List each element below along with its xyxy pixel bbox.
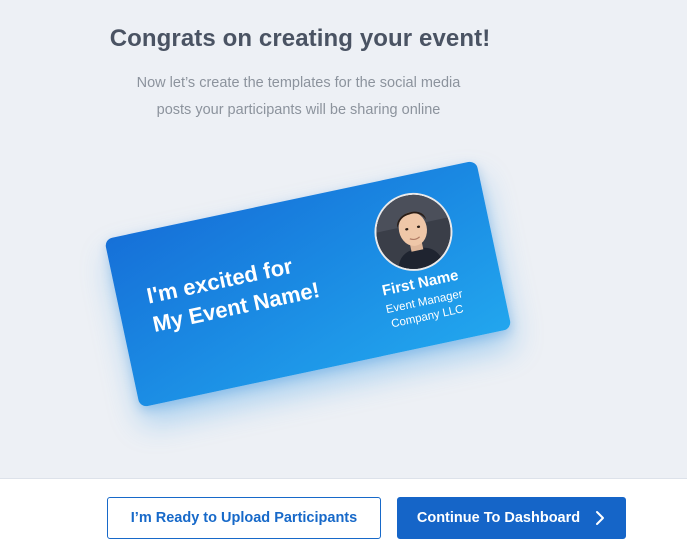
continue-to-dashboard-label: Continue To Dashboard [416,510,581,526]
card-headline: I'm excited for My Event Name! [144,247,322,339]
footer-action-bar: I’m Ready to Upload Participants Continu… [0,478,687,547]
page: Congrats on creating your event! Now let… [0,0,687,547]
content-area: Congrats on creating your event! Now let… [0,0,687,478]
subtitle-line-1: Now let’s create the templates for the s… [136,75,461,91]
chevron-right-icon [594,510,606,526]
page-title: Congrats on creating your event! [109,25,491,52]
page-subtitle: Now let’s create the templates for the s… [0,70,597,124]
avatar [367,185,460,279]
person-photo-icon [369,188,458,276]
upload-participants-label: I’m Ready to Upload Participants [130,510,358,526]
social-post-preview-card: I'm excited for My Event Name! First Nam… [104,160,512,408]
upload-participants-button[interactable]: I’m Ready to Upload Participants [107,497,381,539]
card-background: I'm excited for My Event Name! First Nam… [104,160,512,408]
subtitle-line-2: posts your participants will be sharing … [156,102,441,118]
continue-to-dashboard-button[interactable]: Continue To Dashboard [397,497,626,539]
